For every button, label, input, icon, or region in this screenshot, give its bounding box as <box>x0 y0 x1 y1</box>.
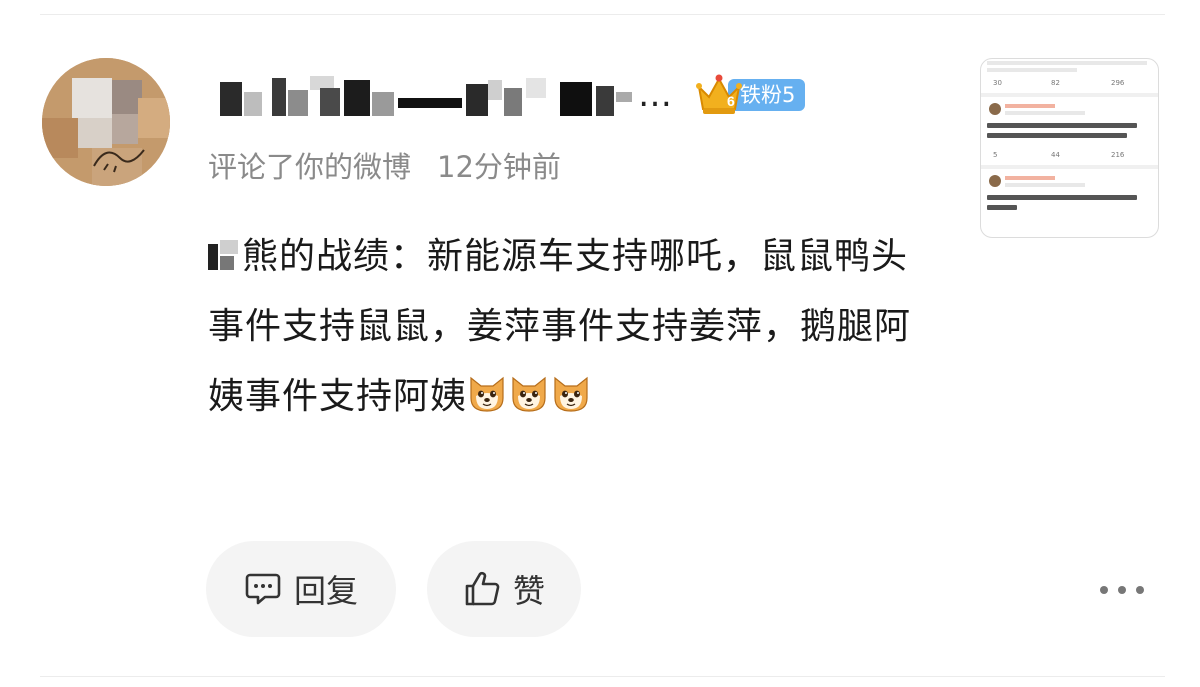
username[interactable] <box>208 74 698 120</box>
thumb-comment-count: 82 <box>1051 79 1060 87</box>
dog-face-emoji <box>554 376 588 412</box>
thumb-reply-repost-count: 5 <box>993 151 998 159</box>
dog-face-emoji <box>512 376 546 412</box>
dog-face-emoji <box>470 376 504 412</box>
like-button[interactable]: 赞 <box>427 541 581 637</box>
reply-button[interactable]: 回复 <box>206 541 396 637</box>
top-divider <box>40 14 1165 15</box>
thumbs-up-icon <box>465 571 500 606</box>
comment-meta: 评论了你的微博 12分钟前 <box>208 144 561 186</box>
emoji-group <box>467 376 593 417</box>
avatar[interactable] <box>42 58 170 186</box>
action-text: 评论了你的微博 <box>208 150 412 184</box>
comment-bubble-icon <box>245 573 281 605</box>
fan-level-number: 6 <box>727 93 735 109</box>
more-dot <box>1100 586 1108 594</box>
original-post-thumbnail[interactable]: 30 82 296 5 44 216 <box>980 58 1159 238</box>
crown-icon: 6 <box>696 74 742 114</box>
more-dot <box>1118 586 1126 594</box>
bottom-divider <box>40 676 1165 677</box>
thumb-like-count: 296 <box>1111 79 1125 87</box>
thumb-reply-like-count: 216 <box>1111 151 1125 159</box>
redacted-character <box>208 238 242 272</box>
like-label: 赞 <box>512 572 545 610</box>
username-ellipsis: … <box>638 75 675 115</box>
comment-body: 熊的战绩：新能源车支持哪吒，鼠鼠鸭头事件支持鼠鼠，姜萍事件支持姜萍，鹅腿阿姨事件… <box>208 222 928 432</box>
more-options-button[interactable] <box>1100 578 1144 602</box>
thumb-repost-count: 30 <box>993 79 1002 87</box>
reply-label: 回复 <box>293 572 358 610</box>
thumb-reply-comment-count: 44 <box>1051 151 1060 159</box>
timestamp: 12分钟前 <box>437 150 561 184</box>
more-dot <box>1136 586 1144 594</box>
